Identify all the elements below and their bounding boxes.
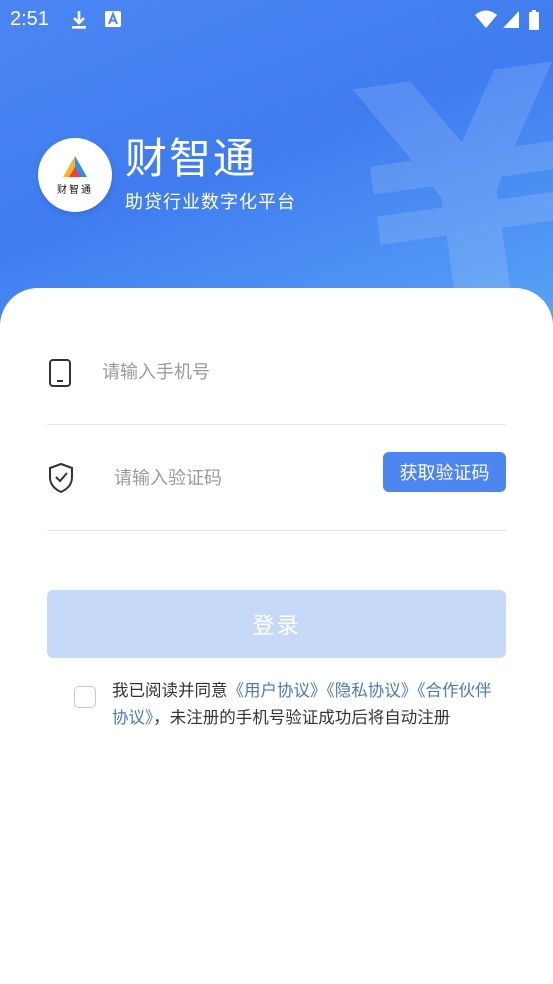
signal-icon <box>502 9 520 34</box>
phone-input[interactable] <box>102 358 482 386</box>
agreement-suffix: ，未注册的手机号验证成功后将自动注册 <box>153 708 451 727</box>
app-title: 财智通 <box>125 134 258 183</box>
app-tagline: 助贷行业数字化平台 <box>125 192 296 213</box>
battery-icon <box>528 9 540 36</box>
user-agreement-link[interactable]: 《用户协议》 <box>228 681 327 700</box>
verification-code-input[interactable] <box>114 464 374 492</box>
privacy-agreement-link[interactable]: 《隐私协议》 <box>327 681 418 700</box>
a-notification-icon <box>104 9 122 34</box>
wifi-icon <box>474 9 498 34</box>
code-field-row: 获取验证码 <box>47 424 506 531</box>
phone-field-row <box>47 318 506 425</box>
login-card: 获取验证码 登录 我已阅读并同意《用户协议》《隐私协议》《合作伙伴协议》，未注册… <box>0 288 553 984</box>
get-code-button[interactable]: 获取验证码 <box>383 452 506 492</box>
login-button[interactable]: 登录 <box>47 590 506 658</box>
shield-check-icon <box>47 462 75 498</box>
logo-mark-icon <box>63 155 87 177</box>
agreement-text: 我已阅读并同意《用户协议》《隐私协议》《合作伙伴协议》，未注册的手机号验证成功后… <box>112 677 497 731</box>
phone-icon <box>47 358 73 392</box>
download-icon <box>70 9 88 36</box>
agreement-prefix: 我已阅读并同意 <box>112 681 228 700</box>
status-bar: 2:51 <box>0 0 553 40</box>
agreement-checkbox[interactable] <box>74 686 96 708</box>
logo-text: 财智通 <box>57 184 93 196</box>
app-logo: 财智通 <box>38 138 112 212</box>
status-time: 2:51 <box>10 8 49 30</box>
brand-block: 财智通 财智通 助贷行业数字化平台 <box>38 136 296 214</box>
